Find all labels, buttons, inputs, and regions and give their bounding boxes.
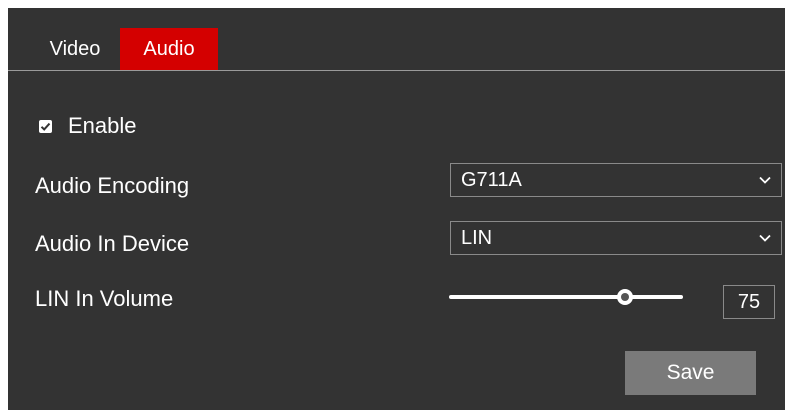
lin-in-volume-label: LIN In Volume xyxy=(35,286,174,311)
audio-settings-panel: Video Audio Enable Audio Encoding G711A … xyxy=(8,8,785,410)
audio-encoding-label: Audio Encoding xyxy=(35,173,190,198)
lin-in-volume-slider[interactable] xyxy=(449,289,683,305)
audio-in-device-label: Audio In Device xyxy=(35,231,190,256)
audio-encoding-value: G711A xyxy=(461,168,522,191)
audio-in-device-value: LIN xyxy=(461,226,493,249)
slider-thumb-center xyxy=(620,293,629,301)
enable-row: Enable xyxy=(39,111,137,141)
tab-video[interactable]: Video xyxy=(30,28,120,70)
tab-bar: Video Audio xyxy=(8,28,785,72)
enable-checkbox[interactable] xyxy=(39,119,52,133)
tab-audio[interactable]: Audio xyxy=(120,28,218,70)
tab-divider xyxy=(8,70,785,71)
audio-encoding-select[interactable]: G711A xyxy=(450,163,782,197)
save-button[interactable]: Save xyxy=(625,351,756,395)
chevron-down-icon xyxy=(759,176,771,184)
chevron-down-icon xyxy=(759,234,771,242)
lin-in-volume-value[interactable]: 75 xyxy=(723,285,775,319)
audio-in-device-select[interactable]: LIN xyxy=(450,221,782,255)
slider-thumb[interactable] xyxy=(616,289,633,305)
enable-label: Enable xyxy=(68,113,137,138)
slider-track xyxy=(449,295,683,299)
checkmark-icon xyxy=(40,122,51,131)
